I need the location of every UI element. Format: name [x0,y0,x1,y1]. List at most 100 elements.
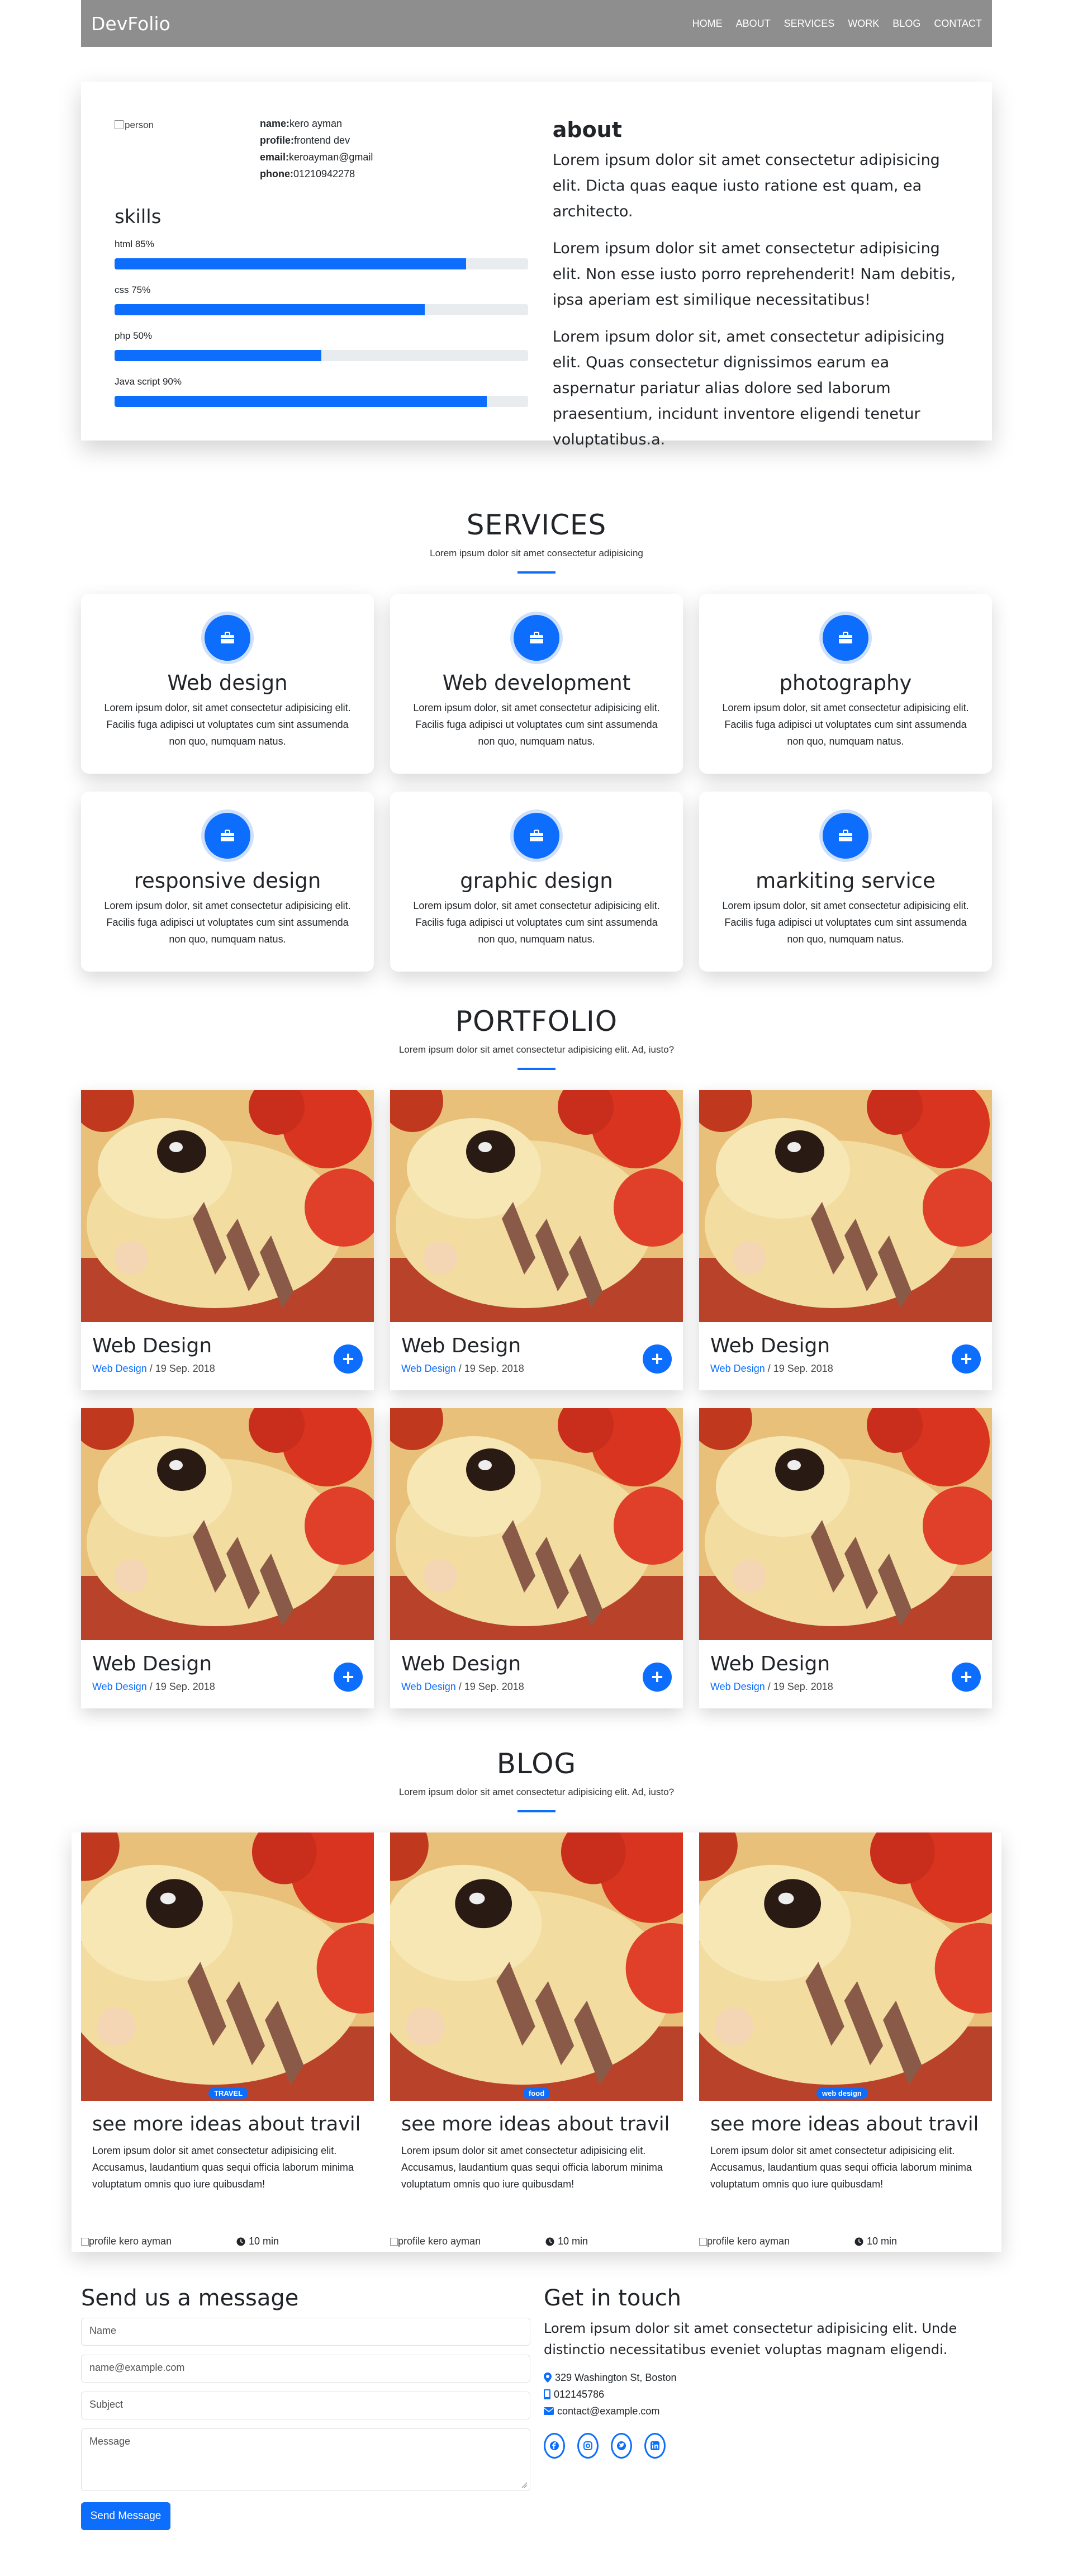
plus-icon[interactable]: + [643,1663,672,1692]
blog-subtitle: Lorem ipsum dolor sit amet consectetur a… [398,1787,675,1797]
nav-link-contact[interactable]: CONTACT [934,18,982,30]
portfolio-card[interactable]: Web Design Web Design / 19 Sep. 2018 + [390,1090,683,1390]
envelope-icon [544,2407,554,2415]
portfolio-title: Web Design [710,1334,830,1357]
blog-read-time: 10 min [236,2236,279,2247]
nav-link-home[interactable]: HOME [692,18,723,30]
blog-read-time: 10 min [545,2236,588,2247]
plus-icon[interactable]: + [334,1344,363,1374]
portfolio-category-link[interactable]: Web Design [401,1363,456,1374]
broken-image-icon [699,2238,707,2246]
portfolio-info: Web Design Web Design / 19 Sep. 2018 + [81,1322,374,1390]
about-title: about [552,117,622,142]
blog-post-title[interactable]: see more ideas about travil [401,2113,683,2135]
skill-label: Java script 90% [115,376,182,387]
blog-card[interactable]: web design see more ideas about travil Lor… [699,1832,992,2252]
portfolio-meta: Web Design / 19 Sep. 2018 [92,1363,363,1375]
linkedin-icon[interactable] [644,2433,666,2459]
nav-link-services[interactable]: SERVICES [784,18,835,30]
name-input[interactable]: Name [81,2318,530,2346]
contact-details: 329 Washington St, Boston 012145786 cont… [544,2369,992,2419]
blog-read-time: 10 min [854,2236,897,2247]
plus-icon[interactable]: + [952,1344,981,1374]
touch-text: Lorem ipsum dolor sit amet consectetur a… [544,2321,957,2357]
blog-category-badge[interactable]: web design [816,2088,867,2099]
blog-image[interactable]: food [390,1832,683,2101]
plus-icon[interactable]: + [643,1344,672,1374]
twitter-icon[interactable] [611,2433,632,2459]
portfolio-image[interactable] [699,1090,992,1322]
blog-post-title[interactable]: see more ideas about travil [710,2113,992,2135]
nav-link-blog[interactable]: BLOG [892,18,920,30]
blog-footer: profile kero ayman 10 min [81,2236,374,2247]
service-title: Web design [167,671,288,695]
portfolio-image[interactable] [390,1090,683,1322]
portfolio-title: Web Design [92,1652,212,1675]
blog-category-badge[interactable]: food [523,2088,550,2099]
author-name: kero ayman [734,2236,790,2247]
portfolio-title: Web Design [710,1652,830,1675]
about-right: about Lorem ipsum dolor sit amet consect… [536,115,958,448]
pizza-image [81,1090,374,1322]
portfolio-category-link[interactable]: Web Design [92,1363,147,1374]
brand-logo[interactable]: DevFolio [91,13,170,35]
skill-label: php 50% [115,330,153,341]
portfolio-image[interactable] [81,1408,374,1640]
pizza-image [390,1408,683,1640]
blog-panel: TRAVEL see more ideas about travil Lorem i… [72,1832,1001,2252]
blog-post-title[interactable]: see more ideas about travil [92,2113,374,2135]
services-subtitle: Lorem ipsum dolor sit amet consectetur a… [430,548,643,558]
portfolio-info: Web Design Web Design / 19 Sep. 2018 + [390,1640,683,1708]
read-time-text: 10 min [558,2236,588,2247]
resize-handle-icon[interactable] [521,2482,528,2488]
skill-item: Java script 90% [115,373,536,407]
read-time-text: 10 min [249,2236,279,2247]
address-row: 329 Washington St, Boston [544,2369,992,2386]
blog-author: profile kero ayman [81,2236,236,2247]
send-message-button[interactable]: Send Message [81,2502,170,2530]
portfolio-category-link[interactable]: Web Design [92,1681,147,1692]
facebook-icon[interactable] [544,2433,565,2459]
instagram-icon[interactable] [577,2433,599,2459]
author-name: kero ayman [425,2236,481,2247]
about-paragraph: Lorem ipsum dolor sit amet consectetur a… [552,240,956,309]
blog-image[interactable]: TRAVEL [81,1832,374,2101]
blog-image[interactable]: web design [699,1832,992,2101]
blog-footer: profile kero ayman 10 min [699,2236,992,2247]
portfolio-card[interactable]: Web Design Web Design / 19 Sep. 2018 + [390,1408,683,1708]
blog-card[interactable]: food see more ideas about travil Lorem ips… [390,1832,683,2252]
nav-link-about[interactable]: ABOUT [736,18,771,30]
portfolio-image[interactable] [699,1408,992,1640]
portfolio-card[interactable]: Web Design Web Design / 19 Sep. 2018 + [81,1090,374,1390]
briefcase-icon [510,809,563,862]
portfolio-category-link[interactable]: Web Design [401,1681,456,1692]
portfolio-info: Web Design Web Design / 19 Sep. 2018 + [699,1640,992,1708]
info-phone-label: phone: [260,168,293,179]
service-text: Lorem ipsum dolor, sit amet consectetur … [413,702,660,747]
plus-icon[interactable]: + [952,1663,981,1692]
portfolio-category-link[interactable]: Web Design [710,1681,765,1692]
subject-input[interactable]: Subject [81,2392,530,2419]
skill-progress-fill [115,350,321,361]
portfolio-image[interactable] [390,1408,683,1640]
email-input[interactable]: name@example.com [81,2355,530,2383]
portfolio-title: Web Design [401,1652,521,1675]
blog-card[interactable]: TRAVEL see more ideas about travil Lorem i… [81,1832,374,2252]
info-profile-label: profile: [260,135,294,146]
portfolio-card[interactable]: Web Design Web Design / 19 Sep. 2018 + [699,1408,992,1708]
portfolio-image[interactable] [81,1090,374,1322]
profile-row: person name:kero ayman profile:frontend … [115,115,536,199]
portfolio-category-link[interactable]: Web Design [710,1363,765,1374]
portfolio-card[interactable]: Web Design Web Design / 19 Sep. 2018 + [699,1090,992,1390]
skill-item: html 85% [115,236,536,269]
plus-icon[interactable]: + [334,1663,363,1692]
service-title: Web development [442,671,631,695]
pizza-image [699,1408,992,1640]
blog-category-badge[interactable]: TRAVEL [208,2088,249,2099]
portfolio-card[interactable]: Web Design Web Design / 19 Sep. 2018 + [81,1408,374,1708]
services-title: SERVICES [466,509,607,541]
pizza-image [390,1090,683,1322]
message-textarea[interactable]: Message [81,2428,530,2491]
map-pin-icon [544,2373,552,2383]
nav-link-work[interactable]: WORK [848,18,879,30]
